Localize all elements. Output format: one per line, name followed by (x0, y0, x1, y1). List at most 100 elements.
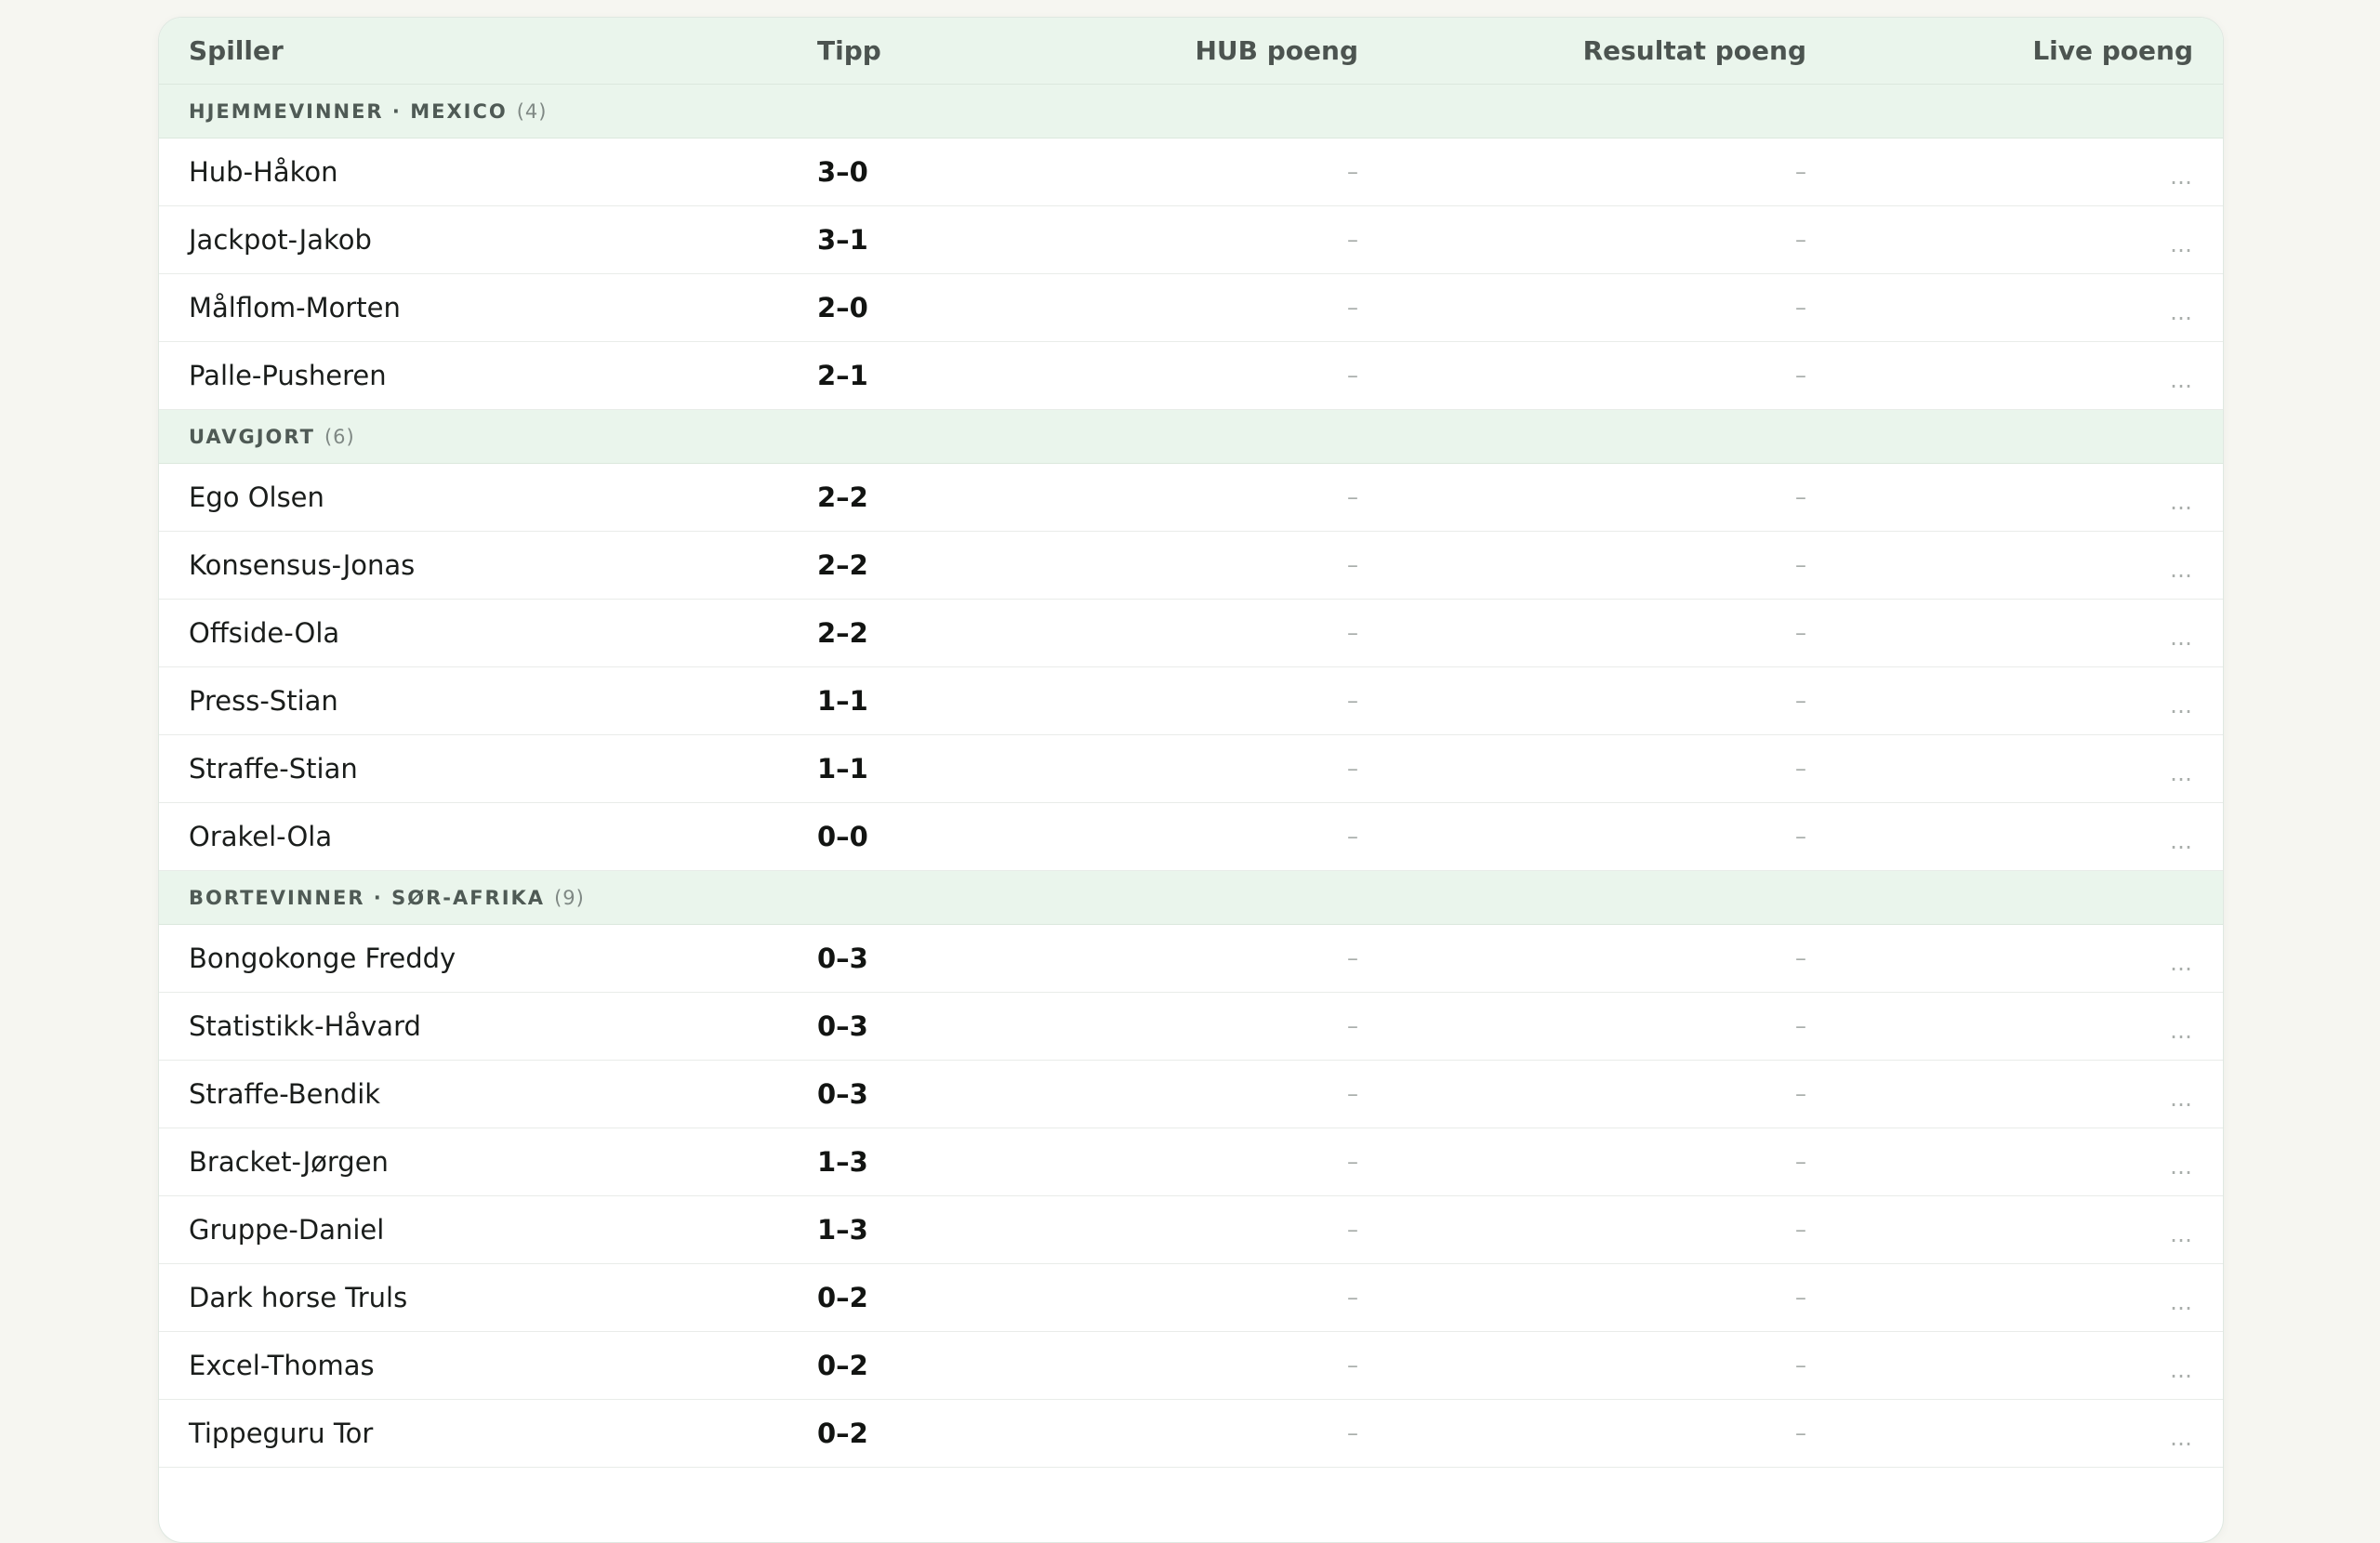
live-points-loading: … (2170, 231, 2193, 257)
hub-points-cell: – (1347, 803, 1358, 870)
result-points-cell: – (1795, 1061, 1806, 1128)
hub-points-cell: – (1347, 993, 1358, 1060)
hub-points-cell: – (1347, 667, 1358, 734)
result-points-cell: – (1795, 600, 1806, 666)
table-row[interactable]: Press-Stian 1–1 – – … (159, 667, 2223, 735)
table-row[interactable]: Bongokonge Freddy 0–3– –… (159, 925, 2223, 993)
tip-cell: 2–2 (817, 600, 868, 666)
live-points-cell: … (2170, 274, 2193, 341)
table-row[interactable]: Bracket-Jørgen 1–3– –… (159, 1128, 2223, 1196)
hub-points-cell: – (1347, 342, 1358, 409)
live-points-loading: … (2170, 1425, 2193, 1451)
hub-points-value: – (1347, 1013, 1358, 1039)
tip-cell: 2–1 (817, 342, 868, 409)
player-name: Straffe-Bendik (189, 1078, 381, 1110)
tip-score: 0–0 (817, 821, 868, 852)
player-cell: Excel-Thomas (189, 1332, 375, 1399)
result-points-value: – (1795, 1081, 1806, 1107)
column-header-result-points[interactable]: Resultat poeng (1583, 18, 1806, 84)
hub-points-cell: – (1347, 600, 1358, 666)
tip-cell: 0–0 (817, 803, 868, 870)
hub-points-value: – (1347, 159, 1358, 185)
hub-points-value: – (1347, 945, 1358, 971)
live-points-loading: … (2170, 1357, 2193, 1383)
live-points-loading: … (2170, 557, 2193, 583)
live-points-cell: … (2170, 1264, 2193, 1331)
table-row[interactable]: Tippeguru Tor 0–2 – – … (159, 1400, 2223, 1468)
hub-points-value: – (1347, 688, 1358, 714)
result-points-value: – (1795, 688, 1806, 714)
player-cell: Tippeguru Tor (189, 1400, 373, 1467)
group-header: HJEMMEVINNER · MEXICO (4) (159, 85, 2223, 138)
result-points-cell: – (1795, 532, 1806, 599)
player-name: Press-Stian (189, 685, 338, 717)
table-row[interactable]: Jackpot-Jakob 3–1– –… (159, 206, 2223, 274)
hub-points-value: – (1347, 1149, 1358, 1175)
group-count: (4) (516, 99, 548, 123)
column-header-live-points[interactable]: Live poeng (2032, 18, 2193, 84)
player-name: Offside-Ola (189, 617, 340, 649)
table-row[interactable]: Gruppe-Daniel 1–3– –… (159, 1196, 2223, 1264)
result-points-cell: – (1795, 667, 1806, 734)
tip-score: 3–1 (817, 224, 868, 256)
table-row[interactable]: Ego Olsen 2–2– –… (159, 464, 2223, 532)
player-name: Dark horse Truls (189, 1282, 408, 1313)
player-cell: Dark horse Truls (189, 1264, 407, 1331)
table-row[interactable]: Konsensus-Jonas 2–2– –… (159, 532, 2223, 600)
result-points-value: – (1795, 1420, 1806, 1446)
column-header-player[interactable]: Spiller (189, 18, 284, 84)
player-name: Konsensus-Jonas (189, 549, 416, 581)
hub-points-value: – (1347, 1217, 1358, 1243)
tip-score: 0–2 (817, 1350, 868, 1381)
table-row[interactable]: Straffe-Bendik 0–3– –… (159, 1061, 2223, 1128)
result-points-cell: – (1795, 803, 1806, 870)
hub-points-cell: – (1347, 1332, 1358, 1399)
column-header-tip[interactable]: Tipp (817, 18, 881, 84)
player-cell: Bongokonge Freddy (189, 925, 456, 992)
hub-points-value: – (1347, 295, 1358, 321)
group-label: BORTEVINNER · SØR-AFRIKA (189, 886, 546, 909)
player-cell: Konsensus-Jonas (189, 532, 415, 599)
hub-points-value: – (1347, 227, 1358, 253)
live-points-loading: … (2170, 1221, 2193, 1247)
result-points-value: – (1795, 363, 1806, 389)
column-header-hub-points[interactable]: HUB poeng (1195, 18, 1358, 84)
player-name: Hub-Håkon (189, 156, 338, 188)
result-points-value: – (1795, 159, 1806, 185)
table-row[interactable]: Straffe-Stian 1–1– –… (159, 735, 2223, 803)
tip-score: 0–2 (817, 1418, 868, 1449)
result-points-value: – (1795, 552, 1806, 578)
table-row[interactable]: Palle-Pusheren 2–1– –… (159, 342, 2223, 410)
tip-score: 1–1 (817, 685, 868, 717)
hub-points-cell: – (1347, 1400, 1358, 1467)
result-points-value: – (1795, 824, 1806, 850)
live-points-loading: … (2170, 828, 2193, 854)
group-title: BORTEVINNER · SØR-AFRIKA (9) (189, 871, 585, 924)
live-points-cell: … (2170, 138, 2193, 205)
player-cell: Offside-Ola (189, 600, 339, 666)
live-points-cell: … (2170, 667, 2193, 734)
player-cell: Ego Olsen (189, 464, 324, 531)
table-row[interactable]: Statistikk-Håvard 0–3– –… (159, 993, 2223, 1061)
group-label: HJEMMEVINNER · MEXICO (189, 99, 508, 123)
result-points-cell: – (1795, 735, 1806, 802)
hub-points-cell: – (1347, 206, 1358, 273)
tip-score: 1–3 (817, 1214, 868, 1246)
table-row[interactable]: Excel-Thomas 0–2 – – … (159, 1332, 2223, 1400)
live-points-cell: … (2170, 600, 2193, 666)
live-points-loading: … (2170, 950, 2193, 976)
table-row[interactable]: Orakel-Ola 0–0– –… (159, 803, 2223, 871)
result-points-cell: – (1795, 993, 1806, 1060)
table-row[interactable]: Dark horse Truls 0–2– –… (159, 1264, 2223, 1332)
result-points-value: – (1795, 1352, 1806, 1378)
result-points-cell: – (1795, 138, 1806, 205)
player-cell: Bracket-Jørgen (189, 1128, 389, 1195)
tip-cell: 0–3 (817, 1061, 868, 1128)
player-name: Straffe-Stian (189, 753, 358, 785)
table-row[interactable]: Hub-Håkon 3–0– –… (159, 138, 2223, 206)
tip-cell: 0–3 (817, 993, 868, 1060)
table-row[interactable]: Målflom-Morten 2–0– –… (159, 274, 2223, 342)
table-row[interactable]: Offside-Ola 2–2 – – … (159, 600, 2223, 667)
player-name: Gruppe-Daniel (189, 1214, 385, 1246)
live-points-loading: … (2170, 1086, 2193, 1112)
